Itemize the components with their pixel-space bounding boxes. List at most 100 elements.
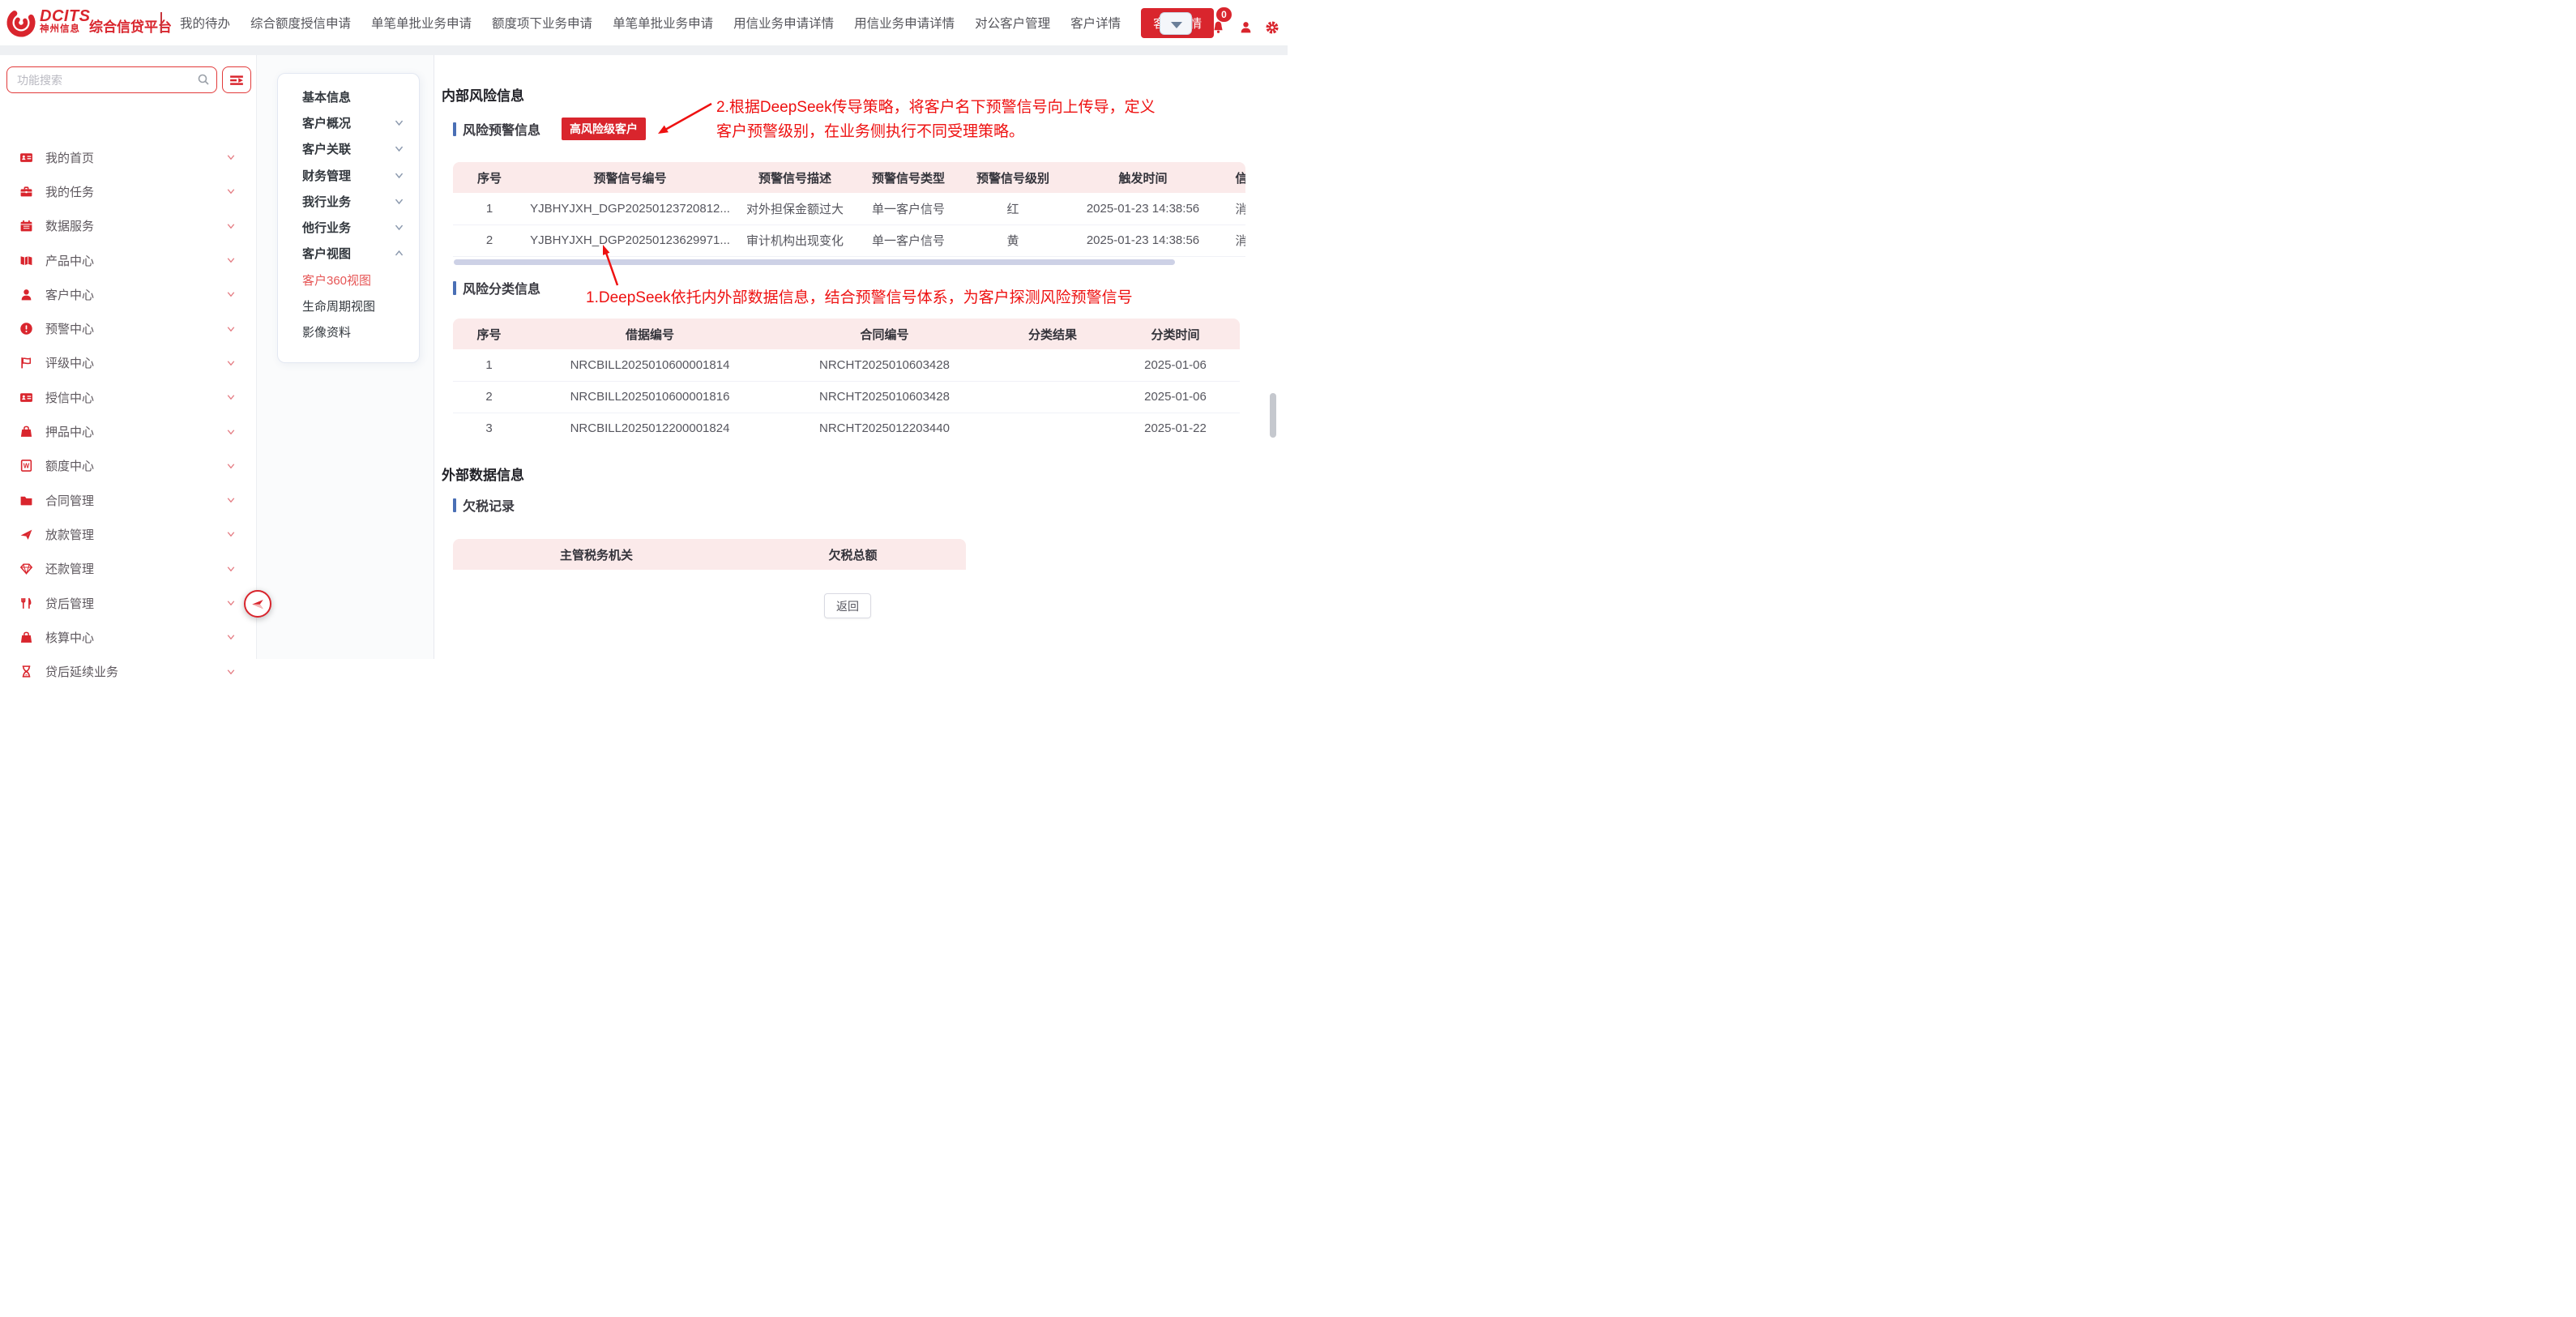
search-icon [197, 73, 210, 86]
top-nav: 我的待办 综合额度授信申请 单笔单批业务申请 额度项下业务申请 单笔单批业务申请… [180, 0, 1214, 45]
sidebar-item-repayment-mgmt[interactable]: 还款管理 [0, 552, 257, 586]
sidebar-item-label: 数据服务 [45, 217, 226, 234]
user-icon[interactable] [1239, 20, 1253, 34]
col-class-time: 分类时间 [1111, 319, 1240, 349]
submenu-customer-relation[interactable]: 客户关联 [278, 136, 419, 162]
sidebar-item-label: 授信中心 [45, 389, 226, 406]
sidebar-item-data-services[interactable]: 数据服务 [0, 209, 257, 243]
nav-loan-detail-1[interactable]: 用信业务申请详情 [733, 14, 834, 32]
chevron-down-icon [226, 221, 236, 231]
tab-overflow-dropdown[interactable] [1160, 12, 1192, 35]
briefcase-icon [19, 185, 33, 199]
cell: 2025-01-06 [1111, 381, 1240, 413]
submenu-label: 客户视图 [302, 245, 394, 262]
sidebar-item-rating-center[interactable]: 评级中心 [0, 346, 257, 380]
sidebar-item-warning-center[interactable]: 预警中心 [0, 311, 257, 345]
sidebar-item-disbursement-mgmt[interactable]: 放款管理 [0, 517, 257, 551]
sidebar-item-quota-center[interactable]: 额度中心 [0, 449, 257, 483]
submenu-other-bank-business[interactable]: 他行业务 [278, 214, 419, 240]
collapse-sidebar-button[interactable] [244, 590, 271, 618]
table-row[interactable]: 1 NRCBILL2025010600001814 NRCHT202501060… [453, 349, 1240, 381]
submenu-lifecycle-view[interactable]: 生命周期视图 [278, 293, 419, 319]
vertical-scrollbar[interactable] [1270, 393, 1276, 438]
cell: NRCBILL2025012200001824 [525, 413, 775, 442]
table-row[interactable]: 3 NRCBILL2025012200001824 NRCHT202501220… [453, 413, 1240, 442]
sidebar-item-credit-center[interactable]: 授信中心 [0, 380, 257, 414]
table-row[interactable]: 2 YJBHYJXH_DGP20250123629971... 审计机构出现变化… [453, 224, 1245, 256]
hourglass-icon [19, 665, 33, 678]
table-row[interactable]: 2 NRCBILL2025010600001816 NRCHT202501060… [453, 381, 1240, 413]
sidebar-item-contract-mgmt[interactable]: 合同管理 [0, 483, 257, 517]
tax-arrears-title: 欠税记录 [463, 495, 515, 515]
chevron-down-icon [226, 667, 236, 677]
chevron-down-icon [394, 170, 404, 181]
user-icon [19, 288, 33, 301]
col-signal-level: 预警信号级别 [961, 162, 1065, 193]
submenu-label: 客户关联 [302, 140, 394, 157]
bag-icon [19, 631, 33, 644]
sidebar-item-my-tasks[interactable]: 我的任务 [0, 174, 257, 208]
cell: NRCHT2025010603428 [775, 349, 994, 381]
alert-icon [19, 322, 33, 336]
submenu-our-bank-business[interactable]: 我行业务 [278, 188, 419, 214]
sidebar: 我的首页 我的任务 数据服务 产品中心 客户中心 预警中心 评级中心 授信中心 … [0, 55, 257, 659]
chevron-down-icon [226, 392, 236, 402]
cell: 单一客户信号 [856, 224, 961, 256]
plane-icon [19, 528, 33, 541]
horizontal-scrollbar[interactable] [454, 259, 1175, 265]
sidebar-item-label: 我的首页 [45, 149, 226, 166]
submenu-finance-mgmt[interactable]: 财务管理 [278, 162, 419, 188]
search-input[interactable] [6, 66, 217, 93]
idcard-icon [19, 391, 33, 404]
nav-single-batch-2[interactable]: 单笔单批业务申请 [613, 14, 713, 32]
risk-warning-title: 风险预警信息 [463, 119, 540, 139]
cell: 黄 [961, 224, 1065, 256]
nav-under-quota[interactable]: 额度项下业务申请 [492, 14, 592, 32]
sidebar-item-my-home[interactable]: 我的首页 [0, 140, 257, 174]
sidebar-item-post-loan-mgmt[interactable]: 贷后管理 [0, 586, 257, 620]
submenu-label: 我行业务 [302, 193, 394, 210]
idcard-icon [19, 151, 33, 165]
cell: 1 [453, 349, 525, 381]
sidebar-item-label: 还款管理 [45, 560, 226, 577]
nav-loan-detail-2[interactable]: 用信业务申请详情 [854, 14, 955, 32]
gear-icon[interactable] [1265, 20, 1279, 35]
chevron-down-icon [226, 152, 236, 162]
nav-credit-apply[interactable]: 综合额度授信申请 [250, 14, 351, 32]
sidebar-item-collateral-center[interactable]: 押品中心 [0, 414, 257, 448]
cell: YJBHYJXH_DGP20250123720812... [526, 193, 734, 224]
annotation-2: 2.根据DeepSeek传导策略，将客户名下预警信号向上传导，定义 客户预警级别… [716, 96, 1156, 144]
col-signal-type: 预警信号类型 [856, 162, 961, 193]
table-row[interactable]: 1 YJBHYJXH_DGP20250123720812... 对外担保金额过大… [453, 193, 1245, 224]
nav-single-batch-1[interactable]: 单笔单批业务申请 [371, 14, 472, 32]
submenu-customer-360-view[interactable]: 客户360视图 [278, 267, 419, 293]
cell: 消 [1221, 224, 1245, 256]
nav-customer-detail[interactable]: 客户详情 [1070, 14, 1121, 32]
submenu-image-materials[interactable]: 影像资料 [278, 319, 419, 345]
submenu-basic-info[interactable]: 基本信息 [278, 83, 419, 109]
nav-my-todo[interactable]: 我的待办 [180, 14, 230, 32]
cell: 消 [1221, 193, 1245, 224]
chevron-down-icon [226, 461, 236, 471]
sidebar-item-customer-center[interactable]: 客户中心 [0, 277, 257, 311]
menu-toggle-button[interactable] [222, 66, 251, 93]
chevron-down-icon [226, 255, 236, 265]
chevron-down-icon [1171, 22, 1182, 28]
classification-table: 序号 借据编号 合同编号 分类结果 分类时间 1 NRCBILL20250106… [453, 319, 1240, 442]
submenu-customer-overview[interactable]: 客户概况 [278, 109, 419, 135]
cell: 2 [453, 381, 525, 413]
bell-icon[interactable] [1211, 20, 1225, 34]
submenu-customer-view[interactable]: 客户视图 [278, 241, 419, 267]
nav-corp-customer-mgmt[interactable]: 对公客户管理 [975, 14, 1050, 32]
sidebar-item-post-loan-continue[interactable]: 贷后延续业务 [0, 654, 257, 688]
section-bar [453, 122, 456, 136]
sidebar-item-product-center[interactable]: 产品中心 [0, 243, 257, 277]
submenu-label: 客户概况 [302, 114, 394, 131]
table-header-row: 主管税务机关 欠税总额 [453, 539, 966, 570]
product-title: 综合信贷平台 [89, 15, 172, 36]
back-button[interactable]: 返回 [824, 593, 871, 618]
sidebar-item-accounting-center[interactable]: 核算中心 [0, 620, 257, 654]
chevron-down-icon [226, 529, 236, 539]
cell: 单一客户信号 [856, 193, 961, 224]
submenu-label: 影像资料 [302, 323, 404, 340]
